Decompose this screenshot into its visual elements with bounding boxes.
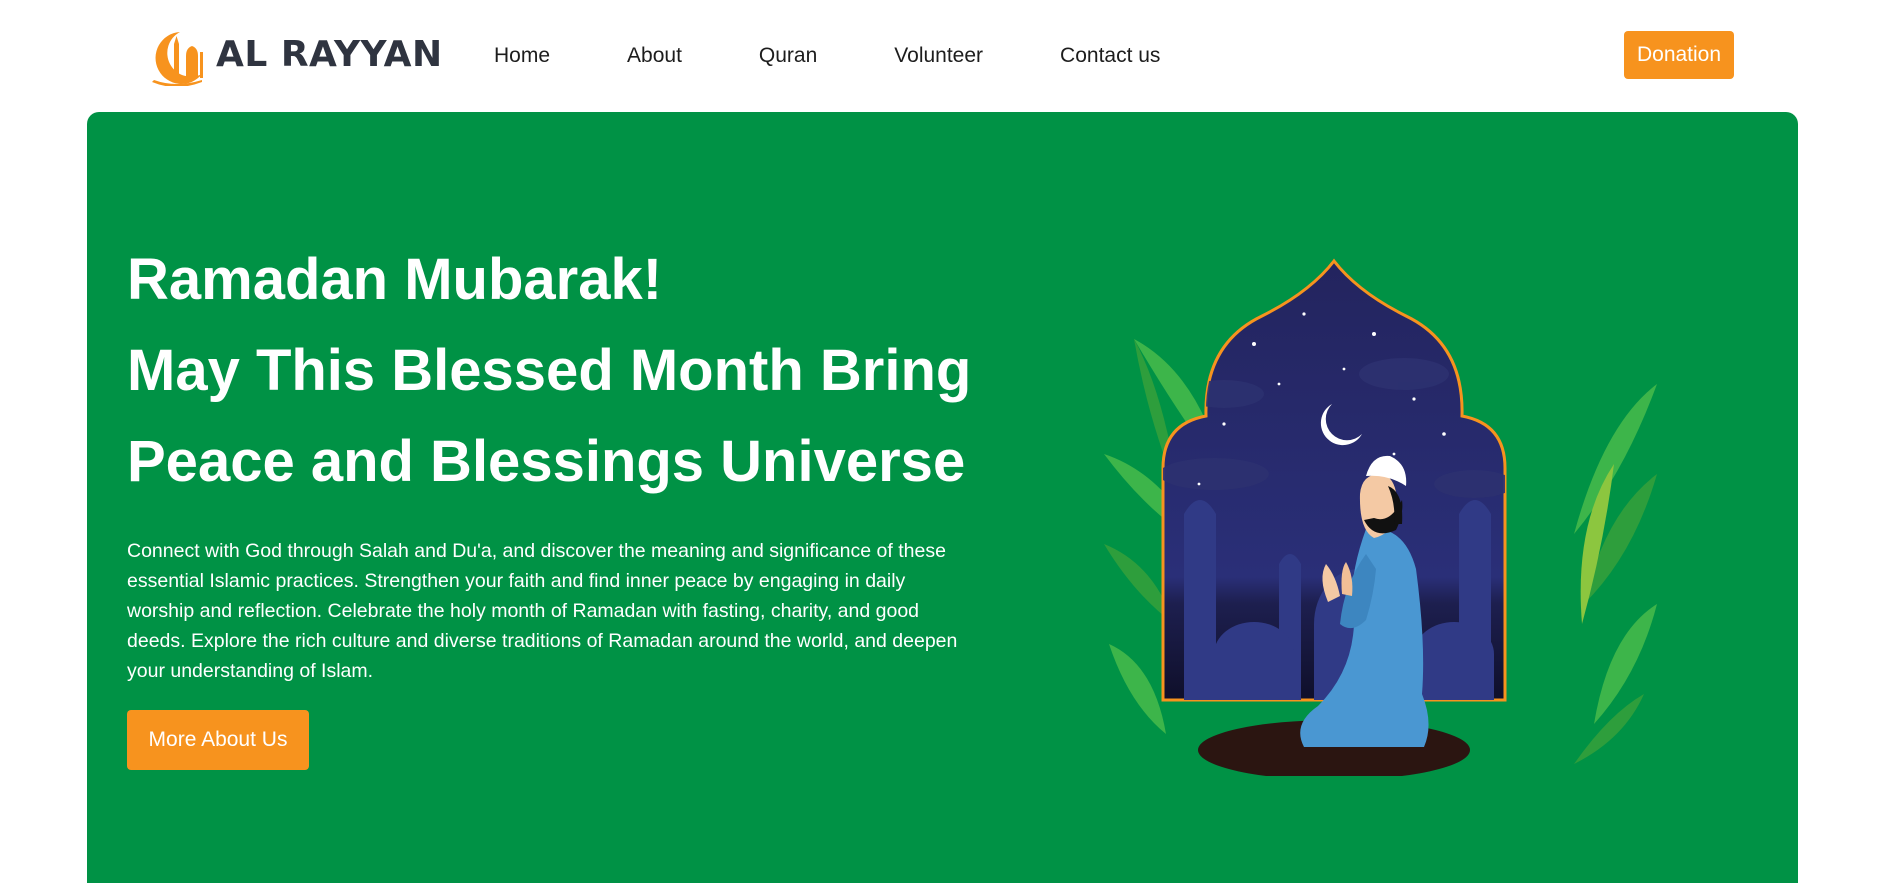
main-nav: Home About Quran Volunteer Contact us xyxy=(494,42,1160,70)
brand-name: AL RAYYAN xyxy=(216,33,443,75)
navbar: AL RAYYAN Home About Quran Volunteer Con… xyxy=(0,0,1885,112)
hero-section: Ramadan Mubarak! May This Blessed Month … xyxy=(87,112,1798,883)
nav-volunteer[interactable]: Volunteer xyxy=(894,42,983,70)
donation-button[interactable]: Donation xyxy=(1624,31,1734,79)
hero-heading-line-1: Ramadan Mubarak! xyxy=(127,247,663,312)
hero-heading: Ramadan Mubarak! May This Blessed Month … xyxy=(127,234,1027,507)
hero-heading-line-2: May This Blessed Month Bring xyxy=(127,338,972,403)
man-praying-in-mosque-window-icon xyxy=(1104,258,1657,776)
nav-quran[interactable]: Quran xyxy=(759,42,817,70)
hero-heading-line-3: Peace and Blessings Universe xyxy=(127,429,966,494)
logo[interactable]: AL RAYYAN xyxy=(146,22,443,86)
nav-about[interactable]: About xyxy=(627,42,682,70)
nav-home[interactable]: Home xyxy=(494,42,550,70)
mosque-crescent-logo-icon xyxy=(152,32,203,86)
hero-description: Connect with God through Salah and Du'a,… xyxy=(127,540,958,682)
nav-contact[interactable]: Contact us xyxy=(1060,42,1160,70)
more-about-us-button[interactable]: More About Us xyxy=(127,710,309,770)
